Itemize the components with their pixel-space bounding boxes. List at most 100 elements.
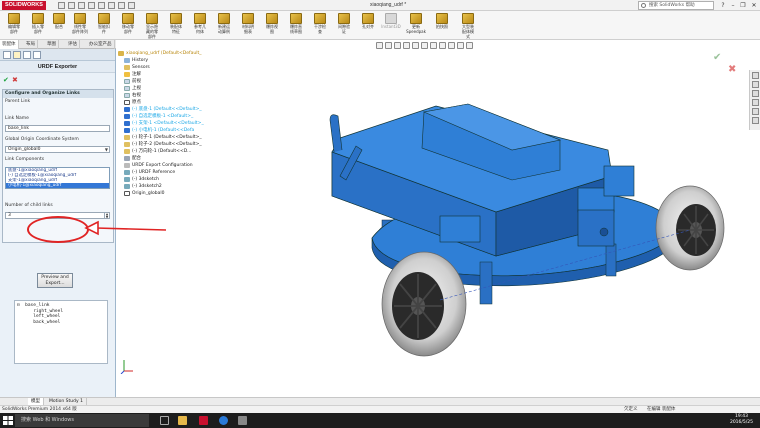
tree-item-3dsketch2[interactable]: (-) 3dsketch2 [124, 183, 162, 190]
tree-item-origin[interactable]: 原点 [124, 99, 141, 106]
insert-components-button[interactable]: 插入零 部件 [26, 13, 50, 38]
restore-button[interactable]: ❐ [738, 1, 748, 10]
select-icon[interactable] [108, 2, 115, 9]
list-item[interactable]: 小电机-1@xiaoqiang_udrf [6, 183, 109, 188]
explode-line-sketch-button[interactable]: 爆炸直 线草图 [284, 13, 308, 38]
link-tree-preview[interactable]: ⊟ base_link right_wheel left_wheel back_… [14, 300, 108, 364]
help-icon[interactable]: ? [718, 1, 728, 10]
interference-detection-button[interactable]: 干涉检 查 [308, 13, 332, 38]
tab-assembly[interactable]: 装配体 [0, 40, 19, 49]
tab-sketch[interactable]: 草图 [45, 40, 59, 49]
assembly-features-button[interactable]: 装配体 特征 [164, 13, 188, 38]
property-manager-icon[interactable] [13, 51, 21, 59]
tab-layout[interactable]: 布局 [24, 40, 38, 49]
tree-root[interactable]: xiaoqiang_udrf (Default<Default_ [118, 50, 201, 57]
open-file-icon[interactable] [68, 2, 75, 9]
linear-pattern-button[interactable]: 线性零 部件阵列 [68, 13, 92, 38]
display-manager-icon[interactable] [33, 51, 41, 59]
tree-item-right-plane[interactable]: 右视 [124, 92, 141, 99]
solidworks-logo[interactable]: SOLIDWORKS [2, 1, 46, 10]
file-explorer-taskbar-icon[interactable] [178, 416, 187, 425]
mate-button[interactable]: 配合 [50, 13, 68, 38]
monitor-icon[interactable] [466, 42, 473, 49]
link-components-list[interactable]: 底盘-1@xiaoqiang_udrf (-) 自选定模板-1@xiaoqian… [5, 167, 110, 189]
section-view-icon[interactable] [403, 42, 410, 49]
tab-evaluate[interactable]: 评估 [66, 40, 80, 49]
link-name-input[interactable]: base_link [5, 125, 110, 132]
exploded-view-button[interactable]: 爆炸视 图 [260, 13, 284, 38]
tree-item-component[interactable]: (-) 支架-1 <Default<<Default>_ [124, 120, 204, 127]
reference-geometry-button[interactable]: 参考几 何体 [188, 13, 212, 38]
appearances-icon[interactable] [752, 108, 759, 115]
undo-icon[interactable] [98, 2, 105, 9]
view-orientation-icon[interactable] [412, 42, 419, 49]
edit-component-button[interactable]: 编辑零 部件 [2, 13, 26, 38]
confirm-corner-ok-icon[interactable]: ✔ [713, 52, 721, 63]
tree-item-annotations[interactable]: 注解 [124, 71, 141, 78]
coordinate-system-select[interactable]: Origin_global0 ▼ [5, 146, 110, 153]
take-snapshot-button[interactable]: 拍快照 [430, 13, 454, 38]
solidworks-taskbar-icon[interactable] [199, 416, 208, 425]
tree-item-component[interactable]: (-) 底盘-1 (Default<<Default>_ [124, 106, 202, 113]
hide-show-items-icon[interactable] [430, 42, 437, 49]
tree-item-component[interactable]: (-) 轮子-1 (Default<<Default>_ [124, 134, 202, 141]
tree-item-front-plane[interactable]: 前视 [124, 78, 141, 85]
tree-item-origin-global[interactable]: Origin_global0 [124, 190, 164, 197]
show-hidden-button[interactable]: 显示隐 藏的零 部件 [140, 13, 164, 39]
smart-fasteners-button[interactable]: 智能扣 件 [92, 13, 116, 38]
tree-item-top-plane[interactable]: 上视 [124, 85, 141, 92]
minimize-button[interactable]: – [728, 1, 738, 10]
windows-start-icon[interactable] [3, 416, 13, 425]
previous-view-icon[interactable] [394, 42, 401, 49]
custom-properties-icon[interactable] [752, 117, 759, 124]
preview-export-button[interactable]: Preview and Export... [37, 273, 73, 288]
taskbar-clock[interactable]: 19:43 2016/5/25 [725, 414, 758, 426]
cancel-x-icon[interactable]: ✖ [12, 76, 18, 84]
update-speedpak-button[interactable]: 更新 Speedpak [404, 13, 428, 38]
tree-item-urdf-config[interactable]: URDF Export Configuration [124, 162, 193, 169]
instant3d-button[interactable]: Instant3D [380, 13, 402, 38]
tree-item-urdf-reference[interactable]: (-) URDF Reference [124, 169, 175, 176]
taskbar-search-input[interactable]: 搜索 Web 和 Windows [15, 414, 149, 427]
tree-node[interactable]: back_wheel [17, 320, 105, 326]
zoom-area-icon[interactable] [385, 42, 392, 49]
feature-manager-icon[interactable] [3, 51, 11, 59]
view-settings-icon[interactable] [457, 42, 464, 49]
tree-item-component[interactable]: (-) 轮子-2 (Default<<Default>_ [124, 141, 202, 148]
save-icon[interactable] [78, 2, 85, 9]
hole-alignment-button[interactable]: 孔对齐 [356, 13, 380, 38]
options-icon[interactable] [128, 2, 135, 9]
tree-item-component[interactable]: (-) 万向轮-1 (Default<<D... [124, 148, 191, 155]
bill-of-materials-button[interactable]: 材料明 细表 [236, 13, 260, 38]
new-file-icon[interactable] [58, 2, 65, 9]
confirm-corner-cancel-icon[interactable]: ✖ [728, 64, 736, 75]
configuration-manager-icon[interactable] [23, 51, 31, 59]
tab-office-products[interactable]: 办公室产品 [87, 40, 115, 49]
tree-item-component[interactable]: (-) 小电机-1 (Default<<Defa [124, 127, 194, 134]
tree-item-history[interactable]: History [124, 57, 148, 64]
view-palette-icon[interactable] [752, 99, 759, 106]
rebuild-icon[interactable] [118, 2, 125, 9]
move-component-button[interactable]: 移动零 部件 [116, 13, 140, 38]
ok-check-icon[interactable]: ✔ [3, 76, 9, 84]
new-motion-study-button[interactable]: 新建运 动算例 [212, 13, 236, 38]
design-library-icon[interactable] [752, 81, 759, 88]
apply-scene-icon[interactable] [448, 42, 455, 49]
edge-browser-icon[interactable] [219, 416, 228, 425]
task-view-icon[interactable] [160, 416, 169, 425]
edit-appearance-icon[interactable] [439, 42, 446, 49]
close-button[interactable]: ✕ [749, 1, 759, 10]
display-style-icon[interactable] [421, 42, 428, 49]
zoom-to-fit-icon[interactable] [376, 42, 383, 49]
tree-item-mates[interactable]: 配合 [124, 155, 141, 162]
help-search-input[interactable]: 搜索 SolidWorks 帮助 [638, 1, 714, 10]
tree-item-sensors[interactable]: Sensors [124, 64, 150, 71]
file-explorer-icon[interactable] [752, 90, 759, 97]
tree-item-3dsketch[interactable]: (-) 3dsketch [124, 176, 159, 183]
resources-icon[interactable] [752, 72, 759, 79]
clearance-verification-button[interactable]: 间隙验 证 [332, 13, 356, 38]
tree-item-component[interactable]: (-) 自选定模板-1 <Default>_ [124, 113, 193, 120]
print-icon[interactable] [88, 2, 95, 9]
large-assembly-mode-button[interactable]: 大型装 配体模 式 [456, 13, 480, 39]
store-icon[interactable] [238, 416, 247, 425]
